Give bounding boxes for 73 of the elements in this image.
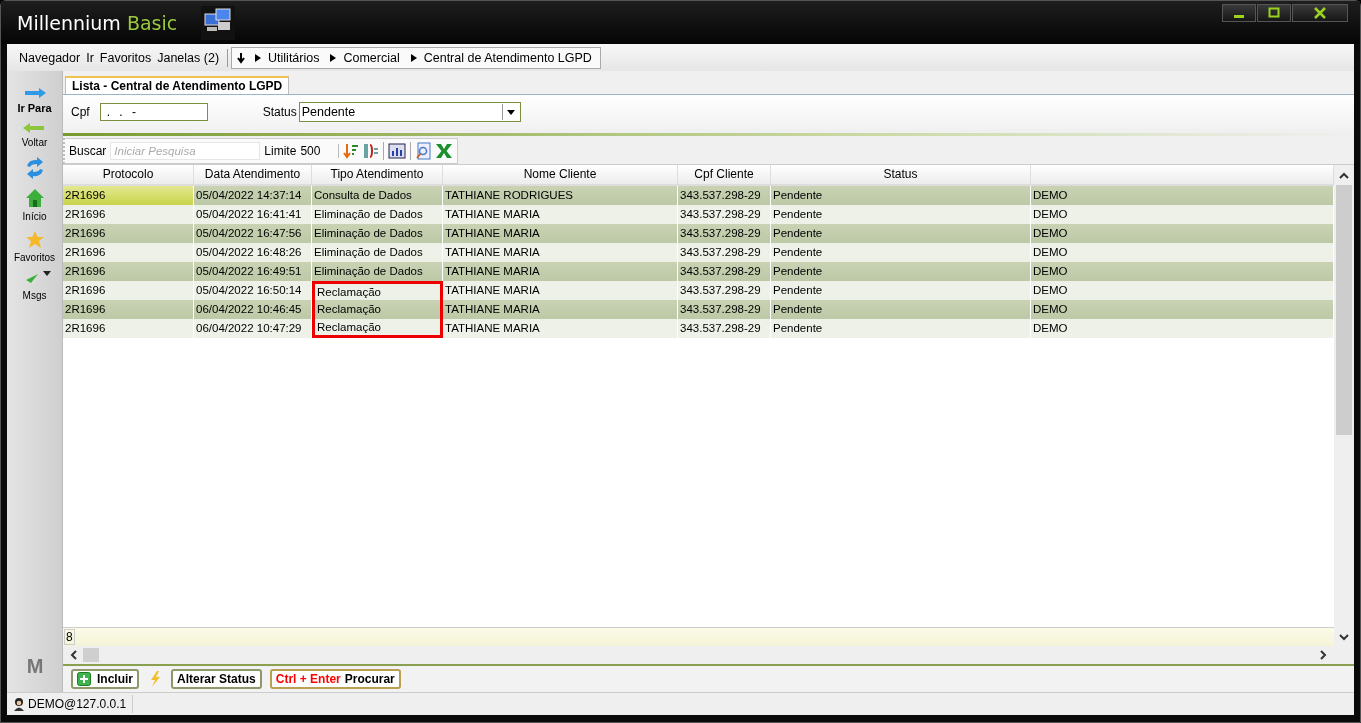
- column-header[interactable]: Data Atendimento: [194, 165, 312, 184]
- table-cell: 343.537.298-29: [678, 319, 771, 338]
- sidebar-label[interactable]: Msgs: [22, 290, 47, 301]
- plus-icon: [77, 672, 91, 686]
- down-arrow-icon[interactable]: [236, 51, 247, 64]
- maximize-button[interactable]: [1257, 4, 1291, 22]
- scroll-thumb[interactable]: [1336, 185, 1352, 435]
- horizontal-scrollbar[interactable]: [63, 646, 1334, 664]
- sidebar-label[interactable]: Favoritos: [13, 252, 56, 263]
- search-button[interactable]: Ctrl + Enter Procurar: [269, 669, 401, 689]
- table-cell: Pendente: [771, 319, 1031, 338]
- window-title: Millennium Basic: [17, 11, 178, 34]
- close-icon: [1314, 7, 1326, 19]
- minimize-icon: [1234, 14, 1244, 18]
- column-header[interactable]: Tipo Atendimento: [312, 165, 443, 184]
- sidebar-label[interactable]: Ir Para: [17, 102, 52, 114]
- table-cell: Reclamação: [312, 319, 443, 338]
- menu-item[interactable]: Ir: [86, 50, 94, 65]
- search-field[interactable]: Iniciar Pesquisa: [110, 142, 261, 160]
- triangle-icon: [409, 52, 418, 63]
- column-header[interactable]: Nome Cliente: [443, 165, 678, 184]
- menu-item[interactable]: Navegador: [19, 50, 81, 65]
- caret-icon: [506, 109, 515, 115]
- user-status: DEMO@127.0.0.1: [7, 695, 134, 713]
- vertical-scrollbar[interactable]: [1334, 165, 1354, 664]
- sidebar-label[interactable]: Início: [22, 211, 47, 222]
- cpf-field[interactable]: . . -: [99, 103, 208, 121]
- table-cell: TATHIANE MARIA: [443, 319, 678, 338]
- user-icon: [13, 697, 25, 711]
- maximize-icon: [1268, 7, 1280, 19]
- column-header[interactable]: Status: [771, 165, 1031, 184]
- spreadsheet-icon[interactable]: [435, 143, 454, 159]
- right-arrow-icon[interactable]: [22, 87, 47, 99]
- up-chevron-icon[interactable]: [1339, 171, 1349, 181]
- chart-icon[interactable]: [388, 143, 407, 159]
- limit-field[interactable]: 500: [300, 144, 340, 158]
- field-label: Cpf: [71, 105, 90, 119]
- limit-label: Limite: [264, 144, 297, 158]
- breadcrumb-item[interactable]: Comercial: [343, 50, 400, 65]
- minimize-button[interactable]: [1222, 4, 1256, 22]
- tab[interactable]: Lista - Central de Atendimento LGPD: [65, 76, 290, 94]
- row-count: 8: [64, 629, 75, 645]
- table-cell: 06/04/2022 10:47:29: [194, 319, 312, 338]
- search-label: Buscar: [69, 144, 107, 158]
- include-button[interactable]: Incluir: [71, 669, 139, 689]
- menu-item[interactable]: Janelas (2): [157, 50, 220, 65]
- menu-item[interactable]: Favoritos: [99, 50, 152, 65]
- sort-icon[interactable]: [343, 143, 360, 159]
- change-status-button[interactable]: Alterar Status: [171, 669, 262, 689]
- breadcrumb-item[interactable]: Utilitários: [268, 50, 320, 65]
- column-header[interactable]: Cpf Cliente: [678, 165, 771, 184]
- document-search-icon[interactable]: [415, 142, 432, 160]
- caret-icon[interactable]: [42, 271, 51, 276]
- breadcrumb-item[interactable]: Central de Atendimento LGPD: [423, 50, 592, 65]
- computers-icon: [201, 5, 236, 40]
- columns-icon[interactable]: [363, 143, 380, 159]
- column-header[interactable]: Protocolo: [63, 165, 194, 184]
- house-icon[interactable]: [24, 188, 45, 208]
- star-icon[interactable]: [24, 230, 45, 249]
- logo: M: [26, 655, 43, 678]
- sidebar-label[interactable]: Voltar: [21, 137, 48, 148]
- triangle-icon: [329, 52, 338, 63]
- left-chevron-icon[interactable]: [69, 650, 79, 660]
- close-button[interactable]: [1292, 4, 1348, 22]
- scroll-thumb[interactable]: [83, 648, 99, 662]
- table-cell: 2R1696: [63, 186, 194, 205]
- status-dropdown[interactable]: Pendente: [298, 102, 521, 122]
- right-chevron-icon[interactable]: [1318, 650, 1328, 660]
- triangle-icon: [254, 52, 263, 63]
- table-cell: Eliminação de Dados: [312, 262, 443, 281]
- table-cell: 2R1696: [63, 319, 194, 338]
- field-label: Status: [262, 105, 297, 119]
- down-chevron-icon[interactable]: [1339, 632, 1349, 642]
